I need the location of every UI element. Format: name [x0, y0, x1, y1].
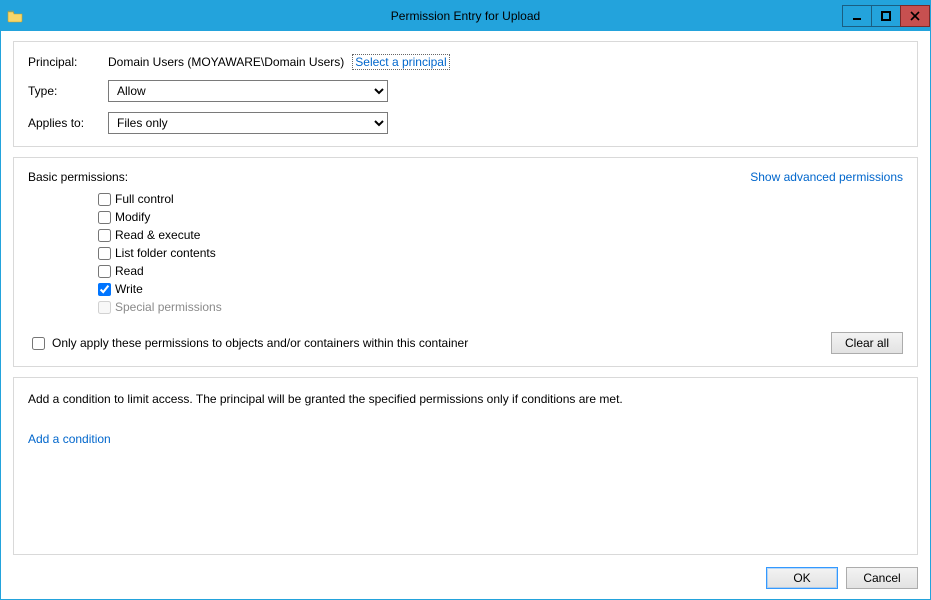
client-area: Principal: Domain Users (MOYAWARE\Domain…	[1, 31, 930, 561]
permission-checkbox[interactable]	[98, 265, 111, 278]
only-apply-checkbox-row[interactable]: Only apply these permissions to objects …	[28, 334, 468, 353]
permission-item[interactable]: List folder contents	[98, 246, 903, 260]
permission-checkbox[interactable]	[98, 283, 111, 296]
permission-checkbox[interactable]	[98, 193, 111, 206]
permission-checkbox[interactable]	[98, 229, 111, 242]
permission-checkbox[interactable]	[98, 247, 111, 260]
permission-label: List folder contents	[115, 246, 216, 260]
titlebar: Permission Entry for Upload	[1, 1, 930, 31]
close-button[interactable]	[900, 5, 930, 27]
principal-value: Domain Users (MOYAWARE\Domain Users)	[108, 55, 344, 69]
permission-item[interactable]: Read	[98, 264, 903, 278]
permission-checkbox[interactable]	[98, 211, 111, 224]
condition-panel: Add a condition to limit access. The pri…	[13, 377, 918, 555]
add-condition-link[interactable]: Add a condition	[28, 432, 111, 446]
applies-row: Applies to: This folder onlyThis folder,…	[28, 112, 903, 134]
maximize-icon	[881, 11, 891, 21]
show-advanced-link[interactable]: Show advanced permissions	[750, 170, 903, 184]
permission-item[interactable]: Modify	[98, 210, 903, 224]
permission-label: Read & execute	[115, 228, 200, 242]
minimize-icon	[852, 11, 862, 21]
condition-text: Add a condition to limit access. The pri…	[28, 392, 903, 406]
type-row: Type: AllowDeny	[28, 80, 903, 102]
permission-label: Read	[115, 264, 144, 278]
minimize-button[interactable]	[842, 5, 872, 27]
permission-item: Special permissions	[98, 300, 903, 314]
permission-label: Full control	[115, 192, 174, 206]
cancel-button[interactable]: Cancel	[846, 567, 918, 589]
permission-item[interactable]: Full control	[98, 192, 903, 206]
only-apply-label: Only apply these permissions to objects …	[52, 336, 468, 350]
permission-label: Modify	[115, 210, 150, 224]
permission-item[interactable]: Read & execute	[98, 228, 903, 242]
principal-row: Principal: Domain Users (MOYAWARE\Domain…	[28, 54, 903, 70]
select-principal-link[interactable]: Select a principal	[352, 54, 449, 70]
permission-item[interactable]: Write	[98, 282, 903, 296]
type-label: Type:	[28, 84, 108, 98]
only-apply-checkbox[interactable]	[32, 337, 45, 350]
window: Permission Entry for Upload Principal: D…	[0, 0, 931, 600]
only-apply-row: Only apply these permissions to objects …	[28, 332, 903, 354]
footer: OK Cancel	[1, 561, 930, 599]
clear-all-button[interactable]: Clear all	[831, 332, 903, 354]
permissions-title: Basic permissions:	[28, 170, 128, 184]
window-controls	[843, 5, 930, 27]
ok-button[interactable]: OK	[766, 567, 838, 589]
permission-label: Special permissions	[115, 300, 222, 314]
permissions-panel: Basic permissions: Show advanced permiss…	[13, 157, 918, 367]
permissions-list: Full control Modify Read & execute List fol…	[98, 192, 903, 314]
principal-panel: Principal: Domain Users (MOYAWARE\Domain…	[13, 41, 918, 147]
type-select[interactable]: AllowDeny	[108, 80, 388, 102]
applies-label: Applies to:	[28, 116, 108, 130]
permission-label: Write	[115, 282, 143, 296]
close-icon	[910, 11, 920, 21]
principal-label: Principal:	[28, 55, 108, 69]
permission-checkbox	[98, 301, 111, 314]
applies-select[interactable]: This folder onlyThis folder, subfolders …	[108, 112, 388, 134]
window-title: Permission Entry for Upload	[1, 9, 930, 23]
permissions-header: Basic permissions: Show advanced permiss…	[28, 170, 903, 192]
folder-icon	[7, 8, 23, 24]
maximize-button[interactable]	[871, 5, 901, 27]
